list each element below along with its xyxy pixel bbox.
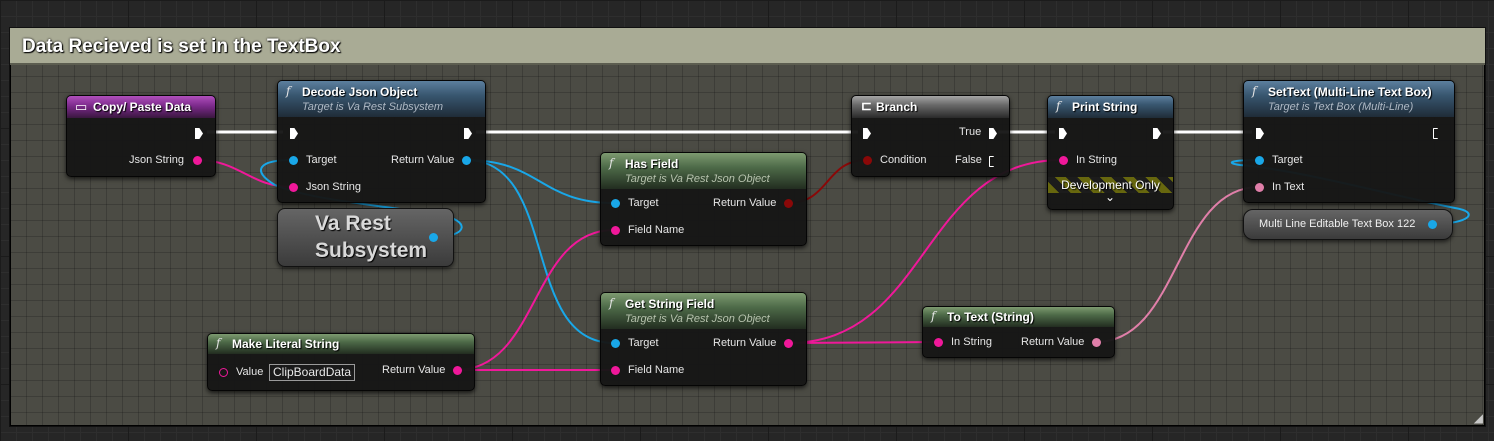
pin-condition-in[interactable] xyxy=(863,156,872,165)
pin-field-name-in[interactable] xyxy=(611,226,620,235)
pin-va-rest-out[interactable] xyxy=(429,233,438,242)
pin-label-return-value: Return Value xyxy=(713,337,777,349)
pin-text-box-out[interactable] xyxy=(1428,220,1437,229)
exec-out-pin[interactable] xyxy=(195,128,203,139)
comment-title: Data Recieved is set in the TextBox xyxy=(22,36,341,57)
branch-icon: ⊏ xyxy=(861,98,872,113)
pin-label-false: False xyxy=(955,154,982,166)
pin-label-target: Target xyxy=(628,197,659,209)
pin-json-string-out[interactable] xyxy=(193,156,202,165)
pin-label-return-value: Return Value xyxy=(713,197,777,209)
node-set-text[interactable]: f SetText (Multi-Line Text Box) Target i… xyxy=(1243,80,1455,203)
function-icon: f xyxy=(286,84,291,98)
text-box-variable-label: Multi Line Editable Text Box 122 xyxy=(1259,218,1416,230)
pin-label-target: Target xyxy=(306,154,337,166)
pin-label-field-name: Field Name xyxy=(628,224,685,236)
node-subtitle: Target is Text Box (Multi-Line) xyxy=(1268,101,1414,113)
function-icon: f xyxy=(609,156,614,170)
value-input[interactable]: ClipBoardData xyxy=(269,364,356,381)
comment-header[interactable]: Data Recieved is set in the TextBox xyxy=(10,28,1485,65)
exec-true-pin[interactable] xyxy=(989,128,997,139)
node-title: Decode Json Object xyxy=(302,85,418,99)
exec-false-pin[interactable] xyxy=(989,156,997,167)
pin-label-json-string: Json String xyxy=(306,181,362,193)
exec-in-pin[interactable] xyxy=(290,128,298,139)
exec-in-pin[interactable] xyxy=(1059,128,1067,139)
expand-chevron-icon[interactable]: ⌄ xyxy=(1105,190,1115,204)
node-subtitle: Target is Va Rest Json Object xyxy=(625,313,770,325)
pin-label-true: True xyxy=(959,126,982,138)
function-icon: f xyxy=(216,336,221,350)
pin-return-value-out[interactable] xyxy=(453,366,462,375)
pin-field-name-in[interactable] xyxy=(611,366,620,375)
pin-label-field-name: Field Name xyxy=(628,364,685,376)
pin-label-return-value: Return Value xyxy=(1021,336,1085,348)
pin-label-in-string: In String xyxy=(1076,154,1117,166)
node-title: SetText (Multi-Line Text Box) xyxy=(1268,85,1432,99)
node-title: Get String Field xyxy=(625,297,715,311)
pin-label-return-value: Return Value xyxy=(391,154,455,166)
pin-return-value-out[interactable] xyxy=(784,339,793,348)
node-make-literal-string[interactable]: f Make Literal String Value ClipBoardDat… xyxy=(207,333,475,391)
pin-target-in[interactable] xyxy=(611,199,620,208)
exec-in-pin[interactable] xyxy=(1256,128,1264,139)
resize-grip-icon[interactable]: ◢ xyxy=(1471,412,1483,424)
node-va-rest-subsystem[interactable]: Va Rest Subsystem xyxy=(277,208,454,267)
node-subtitle: Target is Va Rest Json Object xyxy=(625,173,770,185)
node-subtitle: Target is Va Rest Subsystem xyxy=(302,101,444,113)
node-to-text-string[interactable]: f To Text (String) In String Return Valu… xyxy=(922,306,1115,358)
function-icon: f xyxy=(1056,99,1061,113)
pin-label-condition: Condition xyxy=(880,154,927,166)
pin-target-in[interactable] xyxy=(289,156,298,165)
pin-return-value-out[interactable] xyxy=(1092,338,1101,347)
node-has-field[interactable]: f Has Field Target is Va Rest Json Objec… xyxy=(600,152,807,246)
pin-label-json-string: Json String xyxy=(129,154,185,166)
node-title: To Text (String) xyxy=(947,310,1034,324)
pin-label-return-value: Return Value xyxy=(382,364,446,376)
function-icon: f xyxy=(609,296,614,310)
pin-in-string-in[interactable] xyxy=(1059,156,1068,165)
pin-label-value: Value xyxy=(236,366,264,378)
pin-target-in[interactable] xyxy=(611,339,620,348)
function-icon: f xyxy=(1252,84,1257,98)
pin-label-in-string: In String xyxy=(951,336,992,348)
node-branch[interactable]: ⊏ Branch True Condition False xyxy=(851,95,1010,177)
pin-label-in-text: In Text xyxy=(1272,181,1305,193)
va-rest-label-line1: Va Rest xyxy=(315,212,391,235)
pin-in-text-in[interactable] xyxy=(1255,183,1264,192)
pin-label-target: Target xyxy=(628,337,659,349)
exec-in-pin[interactable] xyxy=(863,128,871,139)
node-title: Has Field xyxy=(625,157,679,171)
node-title: Copy/ Paste Data xyxy=(93,100,192,114)
pin-in-string-in[interactable] xyxy=(934,338,943,347)
node-title: Branch xyxy=(876,100,918,114)
node-text-box-variable[interactable]: Multi Line Editable Text Box 122 xyxy=(1243,209,1453,240)
exec-out-pin[interactable] xyxy=(1153,128,1161,139)
node-get-string-field[interactable]: f Get String Field Target is Va Rest Jso… xyxy=(600,292,807,386)
va-rest-label-line2: Subsystem xyxy=(315,239,428,262)
pin-return-value-out[interactable] xyxy=(784,199,793,208)
node-print-string[interactable]: f Print String In String Development Onl… xyxy=(1047,95,1174,210)
node-decode-json-object[interactable]: f Decode Json Object Target is Va Rest S… xyxy=(277,80,486,203)
pin-label-target: Target xyxy=(1272,154,1303,166)
pin-target-in[interactable] xyxy=(1255,156,1264,165)
node-title: Print String xyxy=(1072,100,1138,114)
pin-json-string-in[interactable] xyxy=(289,183,298,192)
exec-out-pin[interactable] xyxy=(464,128,472,139)
exec-out-pin[interactable] xyxy=(1433,128,1441,139)
pin-value-in[interactable] xyxy=(219,368,228,377)
node-title: Make Literal String xyxy=(232,337,340,351)
pin-return-value-out[interactable] xyxy=(462,156,471,165)
node-copy-paste-data[interactable]: ▭ Copy/ Paste Data Json String xyxy=(66,95,216,177)
function-icon: f xyxy=(931,309,936,323)
event-icon: ▭ xyxy=(75,99,88,114)
